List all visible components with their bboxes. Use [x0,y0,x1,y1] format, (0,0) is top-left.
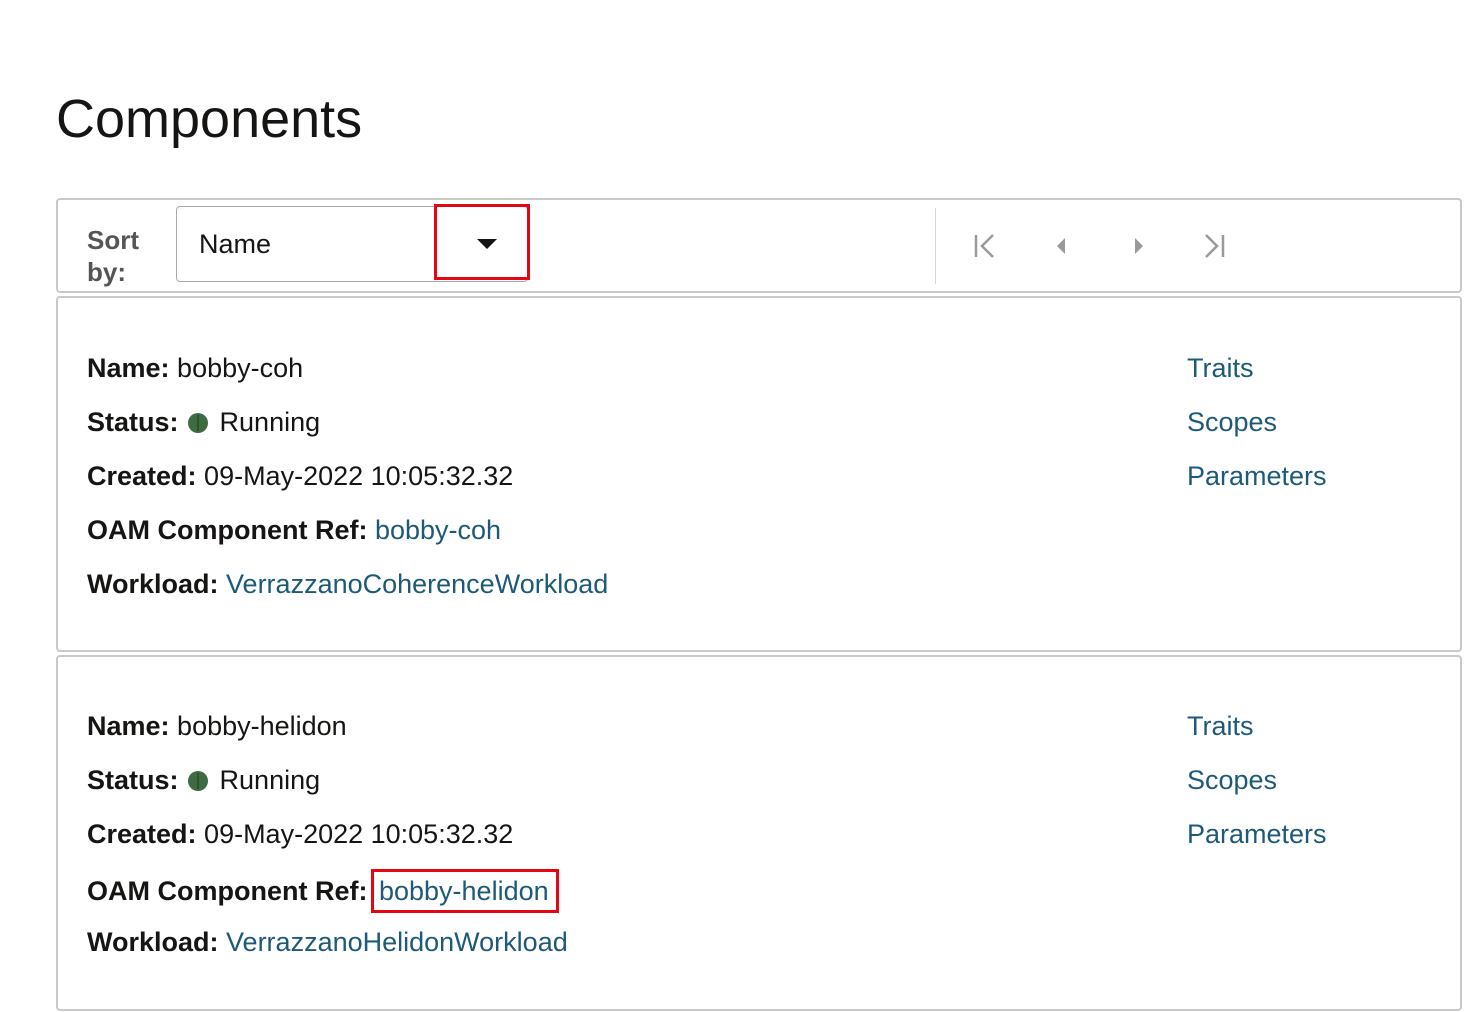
traits-link[interactable]: Traits [1187,351,1254,385]
oam-ref-label: OAM Component Ref: [87,876,368,906]
name-field: Name: bobby-coh [87,351,303,385]
status-running-icon [188,771,209,791]
name-field: Name: bobby-helidon [87,709,347,743]
oam-ref-link[interactable]: bobby-helidon [379,876,549,906]
workload-label: Workload: [87,569,219,599]
workload-label: Workload: [87,927,219,957]
last-page-icon [1205,234,1225,258]
sort-select-value: Name [199,229,272,259]
status-value: Running [219,765,321,795]
traits-link[interactable]: Traits [1187,709,1254,743]
workload-field: Workload: VerrazzanoHelidonWorkload [87,925,568,959]
sort-by-label: Sort by: [87,225,139,287]
chevron-down-icon [477,239,497,249]
created-label: Created: [87,819,197,849]
component-card: Name: bobby-helidon Status: Running Crea… [56,655,1462,1011]
oam-ref-highlight: bobby-helidon [370,869,559,913]
workload-field: Workload: VerrazzanoCoherenceWorkload [87,567,608,601]
sort-toolbar: Sort by: Name [56,198,1462,293]
oam-ref-link[interactable]: bobby-coh [375,515,501,545]
page-title: Components [56,89,363,149]
first-page-button[interactable] [967,228,1003,264]
scopes-link[interactable]: Scopes [1187,405,1277,439]
name-label: Name: [87,353,170,383]
created-field: Created: 09-May-2022 10:05:32.32 [87,817,513,851]
name-value: bobby-helidon [177,711,347,741]
scopes-link[interactable]: Scopes [1187,763,1277,797]
first-page-icon [974,234,994,258]
sort-dropdown-button[interactable] [434,204,530,280]
previous-page-icon [1057,238,1065,254]
status-label: Status: [87,407,179,437]
status-field: Status: Running [87,763,320,797]
status-label: Status: [87,765,179,795]
name-label: Name: [87,711,170,741]
created-value: 09-May-2022 10:05:32.32 [204,819,514,849]
previous-page-button[interactable] [1044,228,1080,264]
last-page-button[interactable] [1196,228,1232,264]
oam-ref-label: OAM Component Ref: [87,515,368,545]
status-value: Running [219,407,321,437]
created-label: Created: [87,461,197,491]
oam-ref-field: OAM Component Ref: bobby-helidon [87,869,559,913]
workload-link[interactable]: VerrazzanoCoherenceWorkload [226,569,608,599]
status-field: Status: Running [87,405,320,439]
toolbar-divider [935,208,936,284]
next-page-icon [1135,238,1143,254]
component-card: Name: bobby-coh Status: Running Created:… [56,296,1462,652]
parameters-link[interactable]: Parameters [1187,817,1327,851]
parameters-link[interactable]: Parameters [1187,459,1327,493]
status-running-icon [188,413,209,433]
created-value: 09-May-2022 10:05:32.32 [204,461,514,491]
oam-ref-field: OAM Component Ref: bobby-coh [87,513,501,547]
name-value: bobby-coh [177,353,304,383]
next-page-button[interactable] [1120,228,1156,264]
created-field: Created: 09-May-2022 10:05:32.32 [87,459,513,493]
workload-link[interactable]: VerrazzanoHelidonWorkload [226,927,568,957]
